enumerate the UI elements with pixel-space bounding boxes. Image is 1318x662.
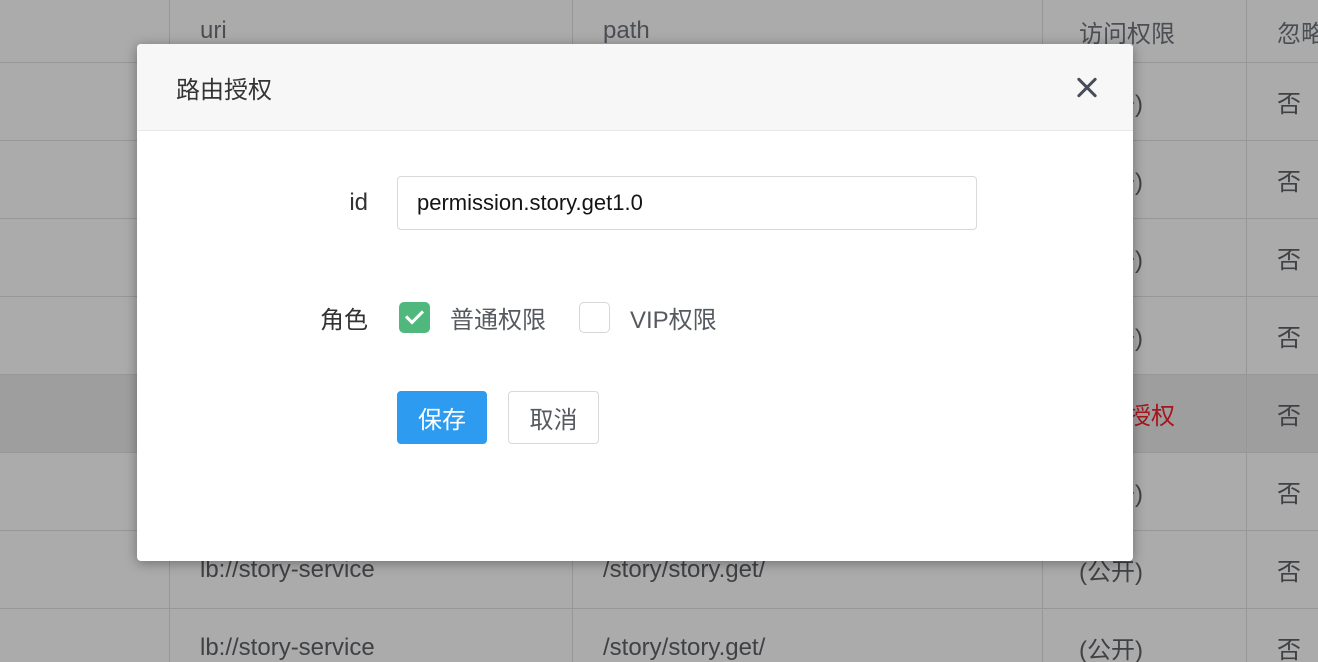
screen: uri path 访问权限 忽略 (公开) 否 (公开) 否 (公开) 否 bbox=[0, 0, 1318, 662]
role-label: 角色 bbox=[137, 300, 368, 335]
modal-title: 路由授权 bbox=[176, 70, 272, 105]
roles-form-row: 角色 普通权限 VIP权限 bbox=[137, 300, 1133, 335]
checkbox-vip-permission-label[interactable]: VIP权限 bbox=[630, 300, 717, 335]
id-input[interactable] bbox=[397, 176, 977, 230]
close-icon[interactable] bbox=[1074, 74, 1100, 100]
save-button[interactable]: 保存 bbox=[397, 391, 487, 444]
checkbox-normal-permission-checked[interactable] bbox=[399, 302, 430, 333]
checkbox-normal-permission-label[interactable]: 普通权限 bbox=[450, 300, 546, 335]
id-form-row: id bbox=[137, 176, 1133, 230]
modal-body: id 角色 普通权限 VIP权限 保存 取消 bbox=[137, 131, 1133, 444]
modal-header: 路由授权 bbox=[137, 44, 1133, 131]
actions-row: 保存 取消 bbox=[137, 391, 1133, 444]
id-label: id bbox=[137, 189, 368, 217]
checkbox-vip-permission-unchecked[interactable] bbox=[579, 302, 610, 333]
cancel-button[interactable]: 取消 bbox=[508, 391, 599, 444]
route-auth-modal: 路由授权 id 角色 普通权限 VIP权限 保存 取消 bbox=[137, 44, 1133, 561]
